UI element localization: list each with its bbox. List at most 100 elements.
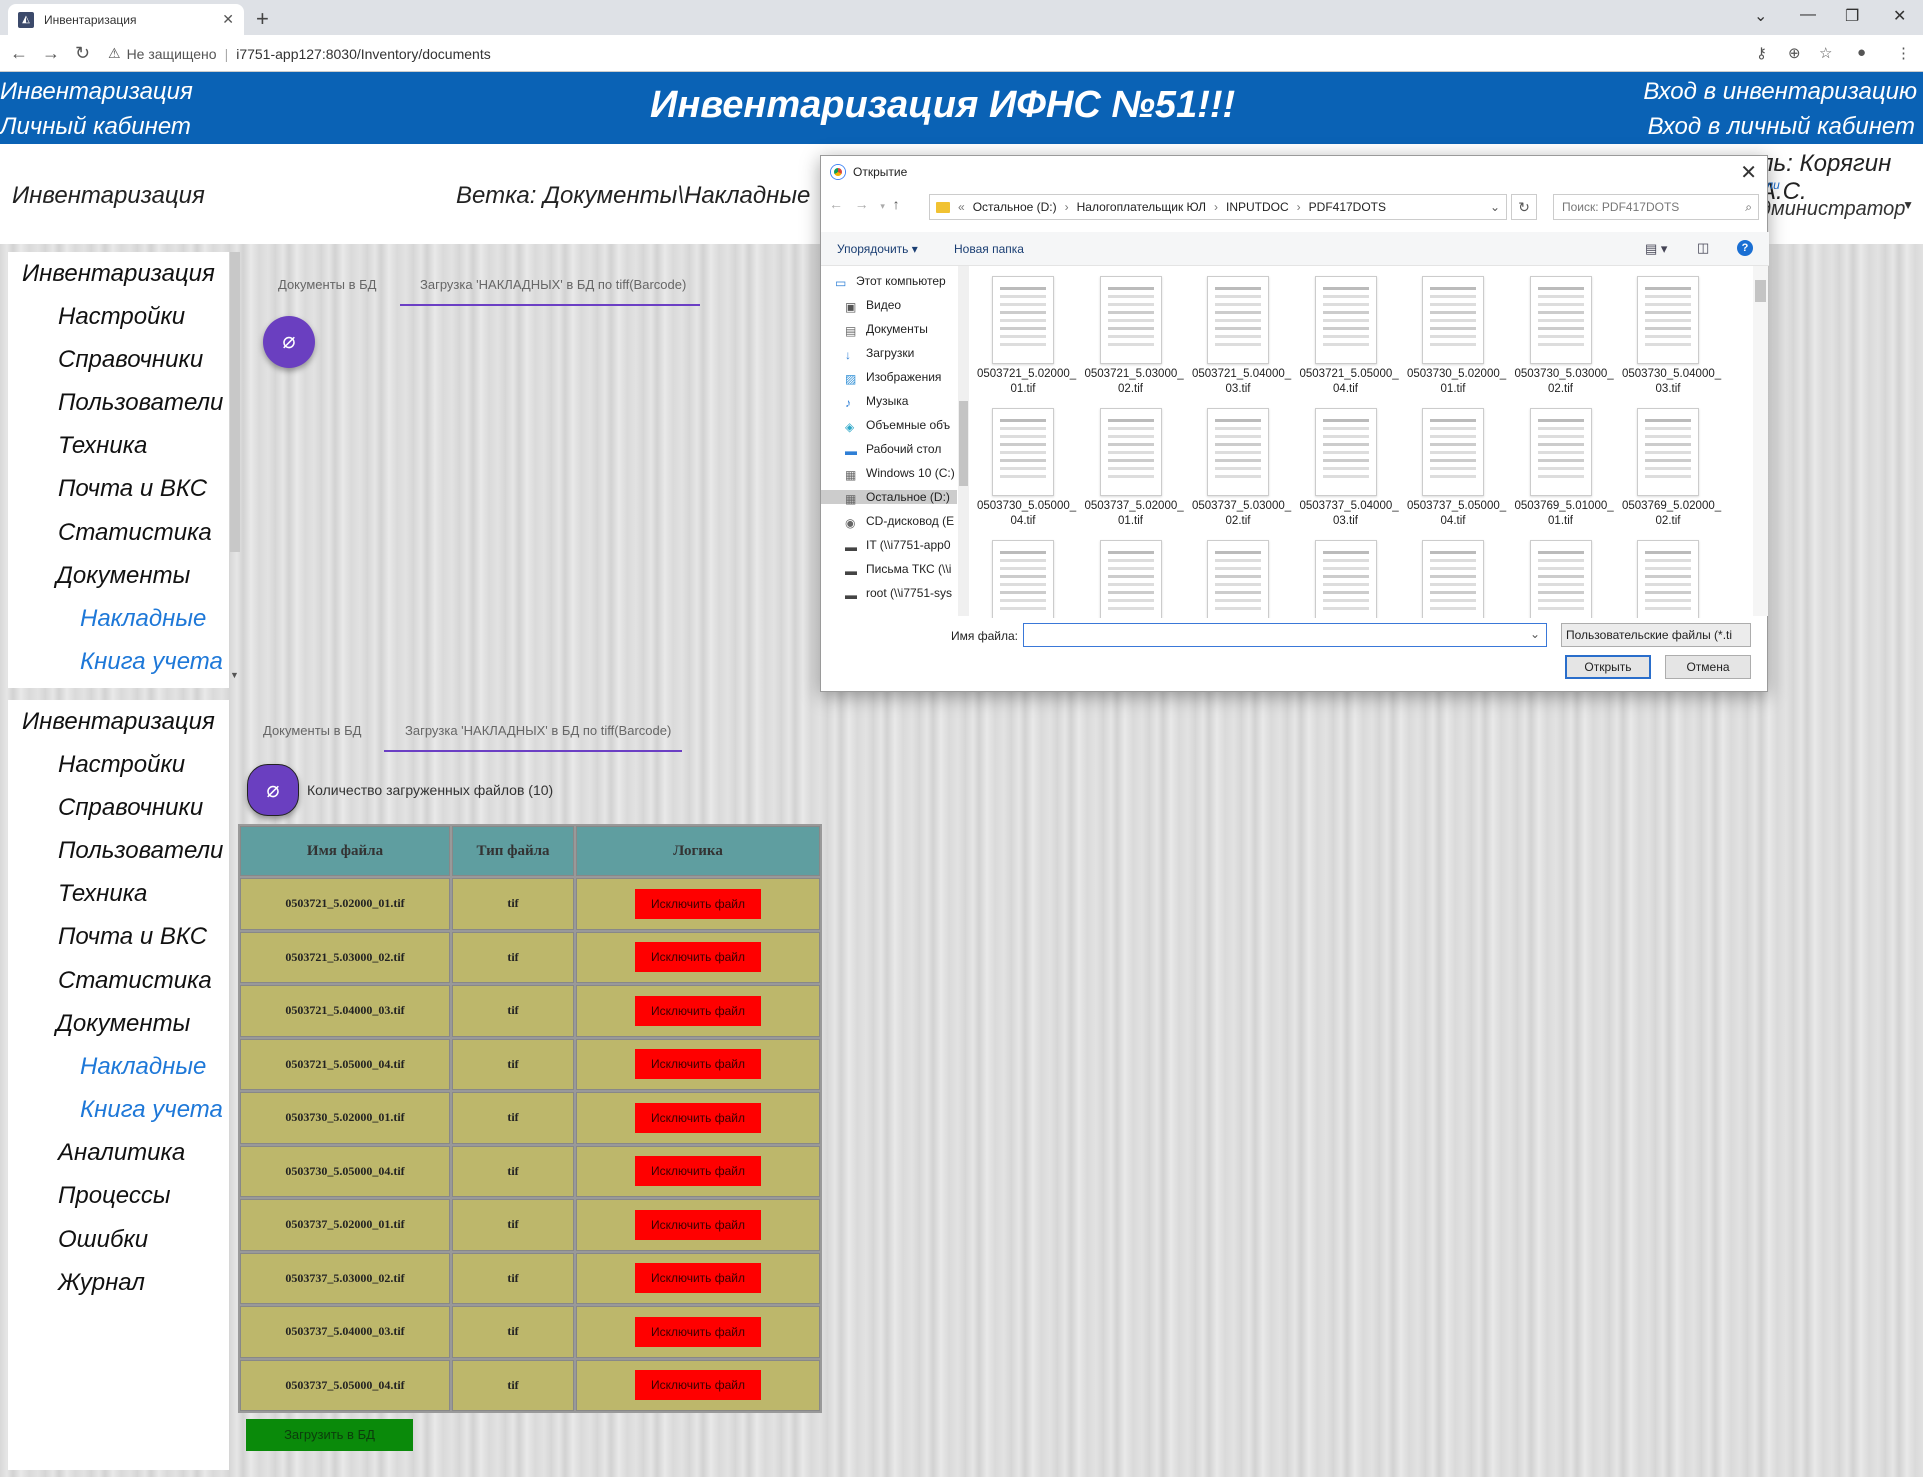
tree-item[interactable]: ◉ CD-дисковод (E — [845, 514, 954, 530]
chevron-down-icon[interactable]: ⌄ — [1530, 627, 1540, 641]
dialog-path-breadcrumb[interactable]: « Остальное (D:) › Налогоплательщик ЮЛ › I… — [929, 194, 1507, 220]
security-label[interactable]: Не защищено — [127, 46, 217, 62]
tree-item[interactable]: ▤ Документы — [845, 322, 928, 338]
tree-item[interactable]: ◈ Объемные объ — [845, 418, 950, 434]
tree-item[interactable]: ▬ Письма ТКС (\\i — [845, 562, 951, 578]
file-item[interactable] — [977, 540, 1069, 618]
tab-docs-db[interactable]: Документы в БД — [263, 723, 361, 738]
menu-kebab-icon[interactable]: ⋮ — [1896, 44, 1911, 62]
file-item[interactable]: 0503737_5.03000_ 02.tif — [1192, 408, 1291, 529]
open-button[interactable]: Открыть — [1565, 655, 1651, 679]
file-item[interactable] — [1515, 540, 1607, 618]
filetype-select[interactable]: Пользовательские файлы (*.ti — [1561, 623, 1751, 647]
refresh-button[interactable]: ↻ — [1511, 194, 1537, 220]
exclude-file-button[interactable]: Исключить файл — [635, 1156, 761, 1187]
url-field[interactable]: ⚠ Не защищено | i7751-app127:8030/Invent… — [108, 40, 1888, 67]
file-item[interactable]: 0503721_5.02000_ 01.tif — [977, 276, 1076, 397]
exclude-file-button[interactable]: Исключить файл — [635, 1263, 761, 1294]
crumb-inputdoc[interactable]: INPUTDOC — [1226, 200, 1289, 214]
sidebar-item-directories[interactable]: Справочники — [58, 346, 203, 374]
organize-button[interactable]: Упорядочить ▾ — [837, 242, 918, 256]
file-item[interactable] — [1622, 540, 1714, 618]
sidebar-item-documents[interactable]: Документы — [56, 562, 190, 590]
tree-item[interactable]: ▨ Изображения — [845, 370, 941, 386]
tab-search-icon[interactable]: ⌄ — [1754, 6, 1767, 26]
sidebar-item-users[interactable]: Пользователи — [58, 389, 223, 417]
sidebar-item-mail[interactable]: Почта и ВКС — [58, 475, 207, 503]
file-item[interactable]: 0503730_5.03000_ 02.tif — [1515, 276, 1614, 397]
file-item[interactable]: 0503737_5.04000_ 03.tif — [1300, 408, 1399, 529]
tree-item[interactable]: ↓ Загрузки — [845, 346, 914, 362]
exclude-file-button[interactable]: Исключить файл — [635, 1316, 761, 1347]
exclude-file-button[interactable]: Исключить файл — [635, 1370, 761, 1401]
tree-item[interactable]: ▬ root (\\i7751-sys — [845, 586, 952, 602]
forward-icon[interactable]: → — [855, 196, 869, 212]
filename-input[interactable]: ⌄ — [1023, 623, 1547, 647]
crumb-pdf417[interactable]: PDF417DOTS — [1309, 200, 1386, 214]
forward-icon[interactable]: → — [42, 43, 60, 64]
sidebar-item-invoices[interactable]: Накладные — [80, 605, 206, 633]
tab-docs-db-top[interactable]: Документы в БД — [278, 277, 376, 292]
file-item[interactable]: 0503721_5.05000_ 04.tif — [1300, 276, 1399, 397]
file-item[interactable]: 0503769_5.02000_ 02.tif — [1622, 408, 1721, 529]
file-item[interactable]: 0503730_5.05000_ 04.tif — [977, 408, 1076, 529]
sidebar-item-invoices[interactable]: Накладные — [80, 1053, 206, 1081]
attach-button-top[interactable]: ⌀ — [263, 316, 315, 368]
tree-item[interactable]: ▭ Этот компьютер — [835, 274, 946, 290]
file-item[interactable] — [1300, 540, 1392, 618]
dialog-search-input[interactable]: Поиск: PDF417DOTS ⌕ — [1553, 194, 1759, 220]
sidebar-item-statistics[interactable]: Статистика — [58, 519, 212, 547]
scroll-down-icon[interactable]: ▼ — [230, 670, 239, 680]
header-login-cabinet[interactable]: Вход в личный кабинет — [1648, 113, 1915, 141]
sidebar-scrollbar[interactable] — [230, 252, 240, 552]
sidebar-item-processes[interactable]: Процессы — [58, 1182, 171, 1210]
cancel-button[interactable]: Отмена — [1665, 655, 1751, 679]
file-item[interactable] — [1192, 540, 1284, 618]
header-link-cabinet[interactable]: Личный кабинет — [0, 113, 191, 141]
sidebar-item-errors[interactable]: Ошибки — [58, 1226, 148, 1254]
crumb-drive[interactable]: Остальное (D:) — [973, 200, 1057, 214]
window-close-button[interactable]: ✕ — [1893, 6, 1906, 26]
sidebar-item-documents[interactable]: Документы — [56, 1010, 190, 1038]
dropdown-icon[interactable]: ▾ — [880, 201, 885, 211]
back-icon[interactable]: ← — [10, 43, 28, 64]
sidebar-item-ledger[interactable]: Книга учета — [80, 1096, 223, 1124]
file-item[interactable]: 0503730_5.04000_ 03.tif — [1622, 276, 1721, 397]
tree-item[interactable]: ▬ IT (\\i7751-app0 — [845, 538, 951, 554]
up-icon[interactable]: ↑ — [893, 196, 900, 212]
attach-button[interactable]: ⌀ — [247, 764, 299, 816]
key-icon[interactable]: ⚷ — [1756, 44, 1767, 62]
tree-item[interactable]: ▬ Рабочий стол — [845, 442, 941, 458]
sidebar-item-inventory[interactable]: Инвентаризация — [22, 260, 215, 288]
minimize-button[interactable]: — — [1800, 6, 1816, 24]
sidebar-item-settings[interactable]: Настройки — [58, 751, 185, 779]
sidebar-item-settings[interactable]: Настройки — [58, 303, 185, 331]
url-text[interactable]: i7751-app127:8030/Inventory/documents — [236, 46, 491, 62]
tree-item[interactable]: ♪ Музыка — [845, 394, 908, 410]
exclude-file-button[interactable]: Исключить файл — [635, 942, 761, 973]
tab-close-icon[interactable]: ✕ — [222, 11, 234, 28]
sidebar-item-inventory[interactable]: Инвентаризация — [22, 708, 215, 736]
exclude-file-button[interactable]: Исключить файл — [635, 1049, 761, 1080]
chevron-down-icon[interactable]: ⌄ — [1490, 200, 1500, 214]
file-item[interactable] — [1407, 540, 1499, 618]
crumb-taxpayer[interactable]: Налогоплательщик ЮЛ — [1077, 200, 1206, 214]
sidebar-item-equipment[interactable]: Техника — [58, 880, 147, 908]
sidebar-item-directories[interactable]: Справочники — [58, 794, 203, 822]
exclude-file-button[interactable]: Исключить файл — [635, 888, 761, 919]
exclude-file-button[interactable]: Исключить файл — [635, 995, 761, 1026]
sidebar-item-users[interactable]: Пользователи — [58, 837, 223, 865]
dialog-close-button[interactable]: ✕ — [1740, 160, 1757, 185]
reload-icon[interactable]: ↻ — [75, 43, 90, 64]
preview-pane-icon[interactable]: ◫ — [1697, 240, 1709, 256]
sidebar-item-ledger[interactable]: Книга учета — [80, 648, 223, 676]
tree-item[interactable]: ▦ Windows 10 (C:) — [845, 466, 955, 482]
exclude-file-button[interactable]: Исключить файл — [635, 1102, 761, 1133]
file-item[interactable]: 0503769_5.01000_ 01.tif — [1515, 408, 1614, 529]
sidebar-item-mail[interactable]: Почта и ВКС — [58, 923, 207, 951]
file-item[interactable]: 0503721_5.03000_ 02.tif — [1085, 276, 1184, 397]
zoom-icon[interactable]: ⊕ — [1788, 44, 1801, 62]
file-item[interactable] — [1085, 540, 1177, 618]
view-mode-icon[interactable]: ▤ ▾ — [1645, 241, 1667, 257]
exclude-file-button[interactable]: Исключить файл — [635, 1209, 761, 1240]
